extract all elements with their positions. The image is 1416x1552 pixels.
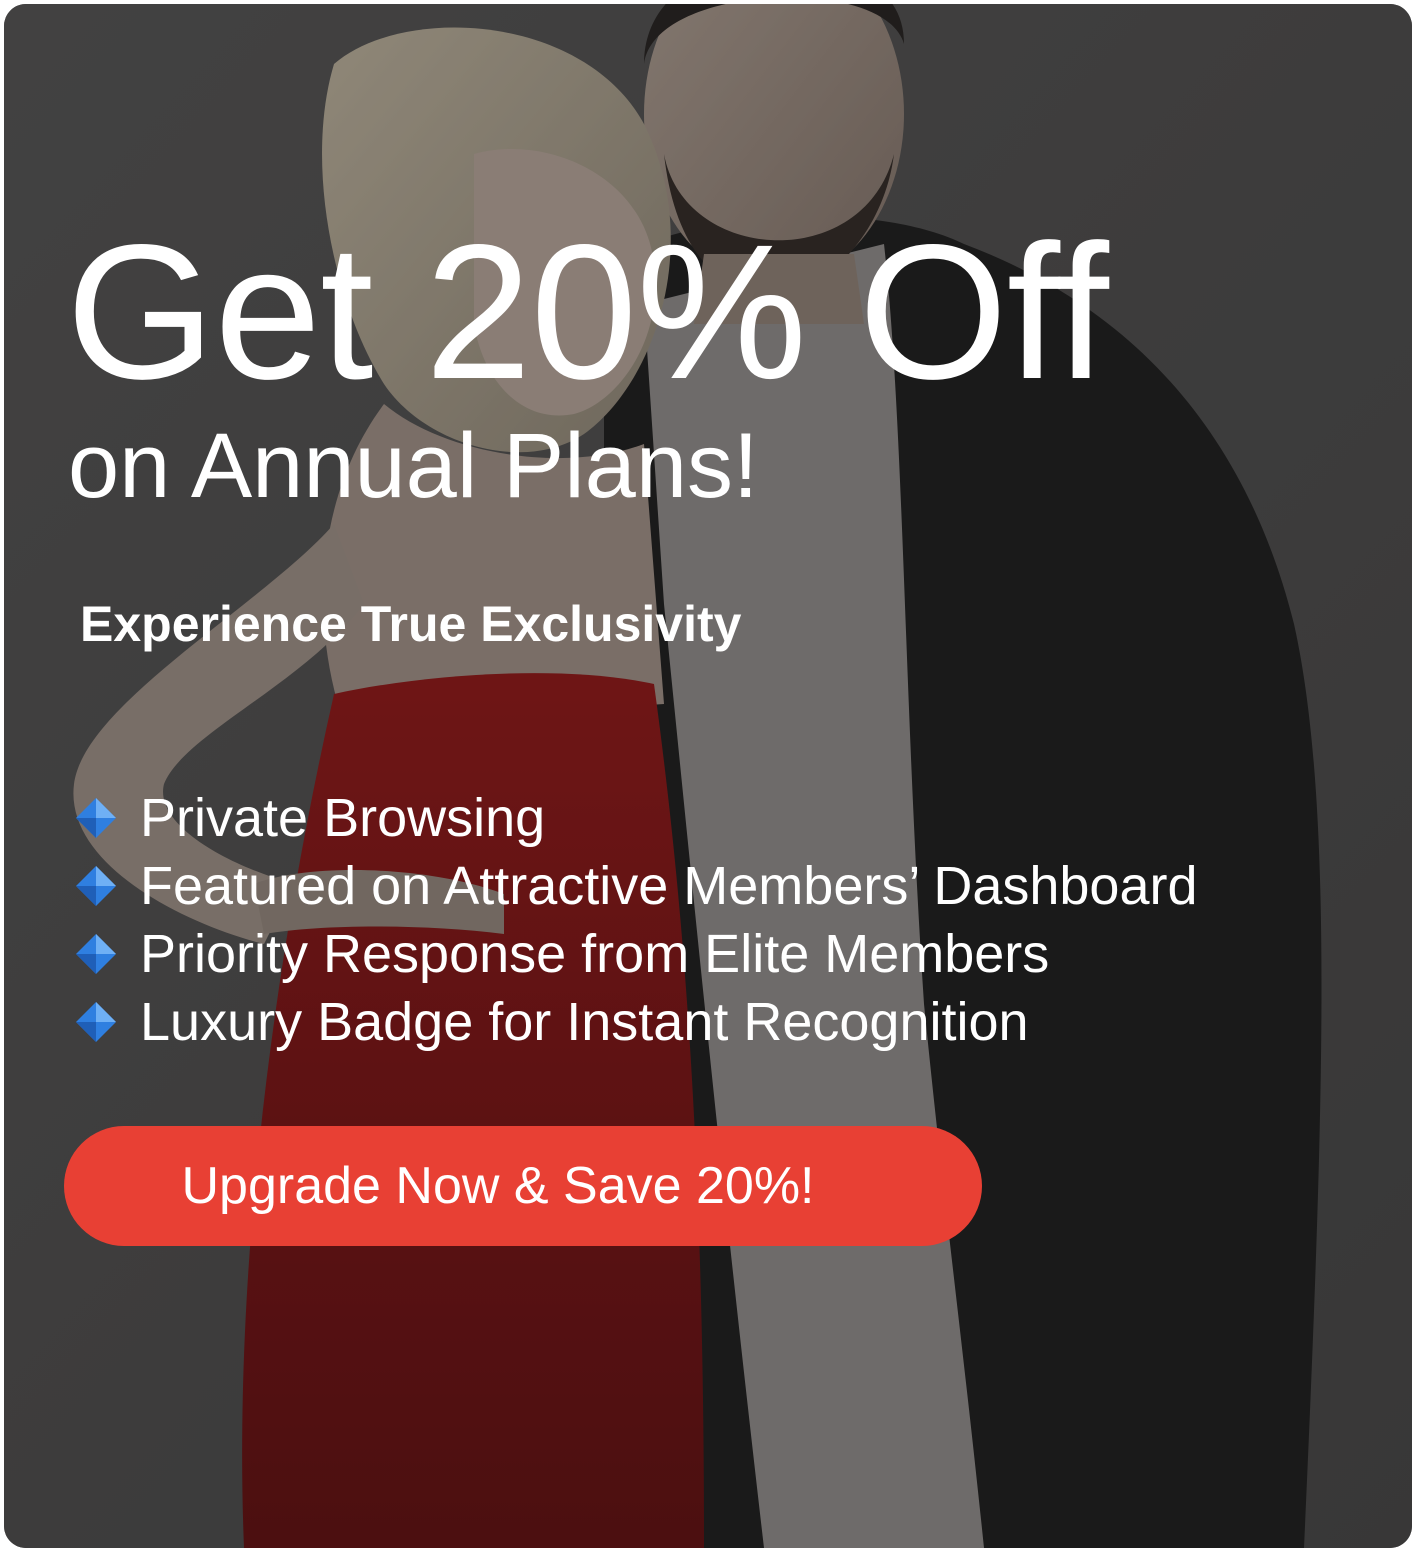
headline: Get 20% Off: [66, 204, 1109, 419]
tagline: Experience True Exclusivity: [80, 596, 742, 652]
feature-label: Featured on Attractive Members’ Dashboar…: [140, 856, 1198, 916]
feature-item: Priority Response from Elite Members: [72, 920, 1198, 988]
feature-item: Featured on Attractive Members’ Dashboar…: [72, 852, 1198, 920]
feature-label: Priority Response from Elite Members: [140, 924, 1050, 984]
blue-diamond-icon: [72, 998, 120, 1046]
feature-label: Luxury Badge for Instant Recognition: [140, 992, 1029, 1052]
blue-diamond-icon: [72, 930, 120, 978]
upgrade-button[interactable]: Upgrade Now & Save 20%!: [64, 1126, 982, 1246]
feature-item: Private Browsing: [72, 784, 1198, 852]
promo-card: Get 20% Off on Annual Plans! Experience …: [4, 4, 1412, 1548]
feature-list: Private Browsing Featured on Attractive …: [72, 784, 1198, 1056]
blue-diamond-icon: [72, 862, 120, 910]
subheadline: on Annual Plans!: [68, 415, 759, 517]
feature-item: Luxury Badge for Instant Recognition: [72, 988, 1198, 1056]
blue-diamond-icon: [72, 794, 120, 842]
feature-label: Private Browsing: [140, 788, 546, 848]
